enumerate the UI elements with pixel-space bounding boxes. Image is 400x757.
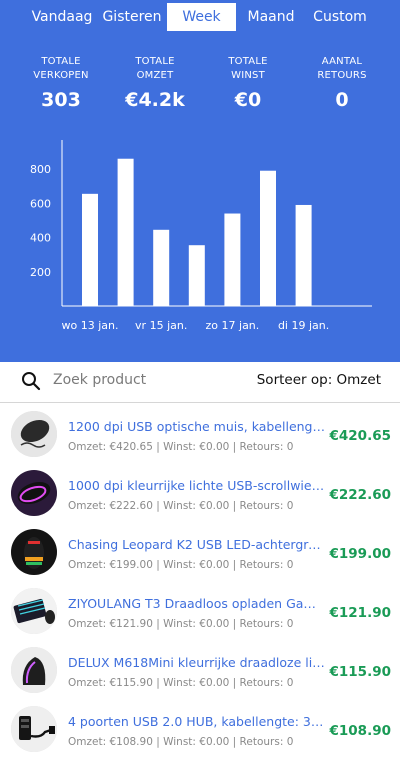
- product-list-item[interactable]: ZIYOULANG T3 Draadloos opladen Gaming to…: [0, 580, 400, 639]
- stat-value: €0: [234, 89, 262, 111]
- product-name[interactable]: 1000 dpi kleurrijke lichte USB-scrollwie…: [68, 478, 326, 493]
- product-meta: Omzet: €222.60 | Winst: €0.00 | Retours:…: [68, 500, 294, 512]
- tab-maand[interactable]: Maand: [240, 3, 302, 31]
- y-tick-label: 600: [30, 197, 51, 210]
- x-tick-label: di 19 jan.: [278, 319, 329, 332]
- product-revenue: €115.90: [329, 664, 392, 680]
- product-list-item[interactable]: Chasing Leopard K2 USB LED-achtergrondve…: [0, 521, 400, 580]
- stat-label-line1: TOTALE: [228, 56, 268, 67]
- stat-totale-verkopen: TOTALE VERKOPEN 303: [16, 55, 106, 111]
- chart-bar: [117, 158, 134, 306]
- stat-totale-winst: TOTALE WINST €0: [203, 55, 293, 111]
- search-icon[interactable]: [21, 371, 41, 391]
- sort-dropdown[interactable]: Sorteer op: Omzet: [257, 372, 381, 388]
- product-name[interactable]: Chasing Leopard K2 USB LED-achtergrondve…: [68, 537, 326, 552]
- product-name[interactable]: ZIYOULANG T3 Draadloos opladen Gaming to…: [68, 596, 326, 611]
- chart-bar: [188, 245, 205, 306]
- product-revenue: €108.90: [329, 723, 392, 739]
- product-meta: Omzet: €420.65 | Winst: €0.00 | Retours:…: [68, 441, 294, 453]
- x-tick-label: wo 13 jan.: [62, 319, 119, 332]
- product-meta: Omzet: €199.00 | Winst: €0.00 | Retours:…: [68, 559, 294, 571]
- product-name[interactable]: 4 poorten USB 2.0 HUB, kabellengte: 30 c…: [68, 714, 326, 729]
- search-bar: Zoek product Sorteer op: Omzet: [0, 362, 400, 403]
- product-meta: Omzet: €115.90 | Winst: €0.00 | Retours:…: [68, 677, 294, 689]
- stat-label-line2: OMZET: [136, 70, 174, 81]
- tab-gisteren[interactable]: Gisteren: [100, 3, 164, 31]
- stat-aantal-retours: AANTAL RETOURS 0: [297, 55, 387, 111]
- keyboard-image: [11, 588, 57, 634]
- product-revenue: €222.60: [329, 487, 392, 503]
- mouse-image: [11, 411, 57, 457]
- sales-bar-chart: 200 400 600 800 wo 13 jan. vr 15 jan. zo 17 ja…: [30, 140, 372, 332]
- search-input[interactable]: Zoek product: [53, 372, 146, 388]
- chart-bar: [295, 204, 312, 306]
- stat-label-line1: TOTALE: [135, 56, 175, 67]
- chart-bar: [260, 170, 276, 306]
- chart-bar: [82, 193, 98, 306]
- stat-label-line1: TOTALE: [41, 56, 81, 67]
- rgb-mouse-image: [11, 470, 57, 516]
- product-name[interactable]: DELUX M618Mini kleurrijke draadloze lich…: [68, 655, 326, 670]
- dashboard-header: Vandaag Gisteren Week Maand Custom TOTAL…: [0, 0, 400, 362]
- stat-totale-omzet: TOTALE OMZET €4.2k: [110, 55, 200, 111]
- y-tick-label: 400: [30, 232, 51, 245]
- stat-label-line1: AANTAL: [321, 56, 363, 67]
- stat-label-line2: VERKOPEN: [33, 70, 89, 81]
- tab-custom[interactable]: Custom: [307, 3, 373, 31]
- product-list-item[interactable]: 4 poorten USB 2.0 HUB, kabellengte: 30 c…: [0, 698, 400, 757]
- product-list-item[interactable]: 1000 dpi kleurrijke lichte USB-scrollwie…: [0, 462, 400, 521]
- stat-value: 303: [41, 89, 81, 111]
- product-revenue: €121.90: [329, 605, 392, 621]
- gaming-mouse-image: [11, 529, 57, 575]
- product-revenue: €199.00: [329, 546, 392, 562]
- tab-week[interactable]: Week: [167, 3, 236, 31]
- x-tick-label: vr 15 jan.: [135, 319, 187, 332]
- x-tick-label: zo 17 jan.: [206, 319, 260, 332]
- usb-hub-image: [11, 706, 57, 752]
- period-tabs: Vandaag Gisteren Week Maand Custom: [0, 3, 400, 31]
- tab-vandaag[interactable]: Vandaag: [27, 3, 97, 31]
- vertical-mouse-image: [11, 647, 57, 693]
- y-tick-label: 800: [30, 163, 51, 176]
- stat-value: €4.2k: [125, 89, 185, 111]
- product-name[interactable]: 1200 dpi USB optische muis, kabellengte:…: [68, 419, 326, 434]
- chart-bar: [224, 213, 241, 306]
- product-list-item[interactable]: 1200 dpi USB optische muis, kabellengte:…: [0, 403, 400, 462]
- y-tick-label: 200: [30, 266, 51, 279]
- stat-value: 0: [335, 89, 349, 111]
- product-revenue: €420.65: [329, 428, 392, 444]
- chart-bar: [153, 229, 170, 306]
- product-meta: Omzet: €108.90 | Winst: €0.00 | Retours:…: [68, 736, 294, 748]
- product-meta: Omzet: €121.90 | Winst: €0.00 | Retours:…: [68, 618, 294, 630]
- stat-label-line2: RETOURS: [317, 70, 367, 81]
- product-list-item[interactable]: DELUX M618Mini kleurrijke draadloze lich…: [0, 639, 400, 698]
- stat-label-line2: WINST: [231, 70, 265, 81]
